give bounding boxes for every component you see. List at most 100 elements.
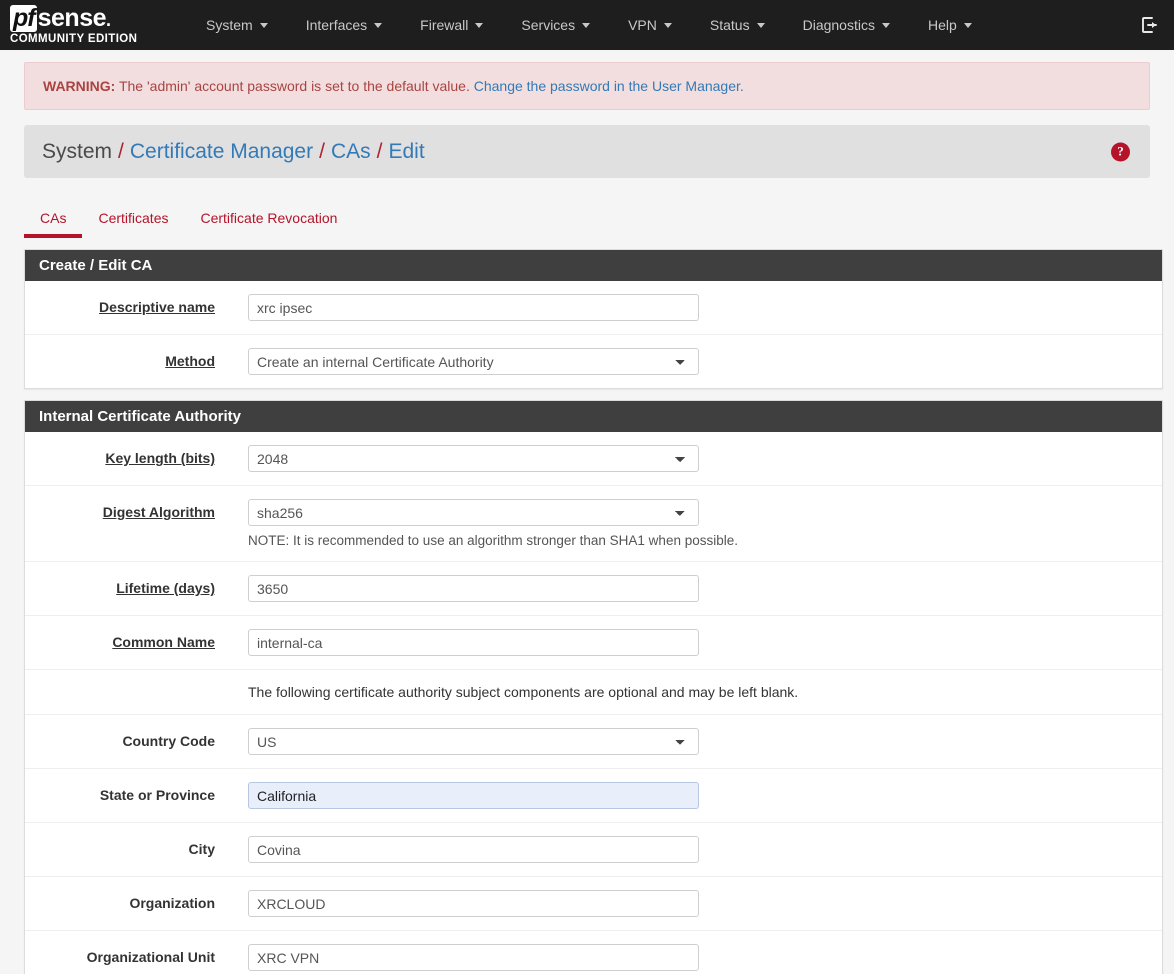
nav-item-label: Services — [521, 17, 576, 33]
nav-item-vpn[interactable]: VPN — [609, 9, 691, 41]
chevron-down-icon — [374, 22, 383, 28]
breadcrumb-separator: / — [319, 139, 325, 163]
lifetime-input[interactable] — [248, 575, 699, 602]
control-col — [223, 575, 1162, 602]
tab-label: Certificates — [98, 210, 169, 226]
breadcrumb-separator: / — [118, 139, 124, 163]
panel-title: Internal Certificate Authority — [25, 401, 1162, 432]
label-spacer — [25, 684, 223, 700]
breadcrumb-item-cas[interactable]: CAs — [331, 140, 371, 164]
common-name-input[interactable] — [248, 629, 699, 656]
breadcrumb-item-edit[interactable]: Edit — [388, 140, 424, 164]
chevron-down-icon — [881, 22, 890, 28]
chevron-down-icon — [756, 22, 765, 28]
tab-certificates[interactable]: Certificates — [82, 202, 184, 238]
key-length-select[interactable]: 2048 — [248, 445, 699, 472]
logo-edition-text: COMMUNITY EDITION — [10, 33, 138, 45]
top-navbar: pf sense . COMMUNITY EDITION System Inte… — [0, 0, 1174, 50]
label-key-length: Key length (bits) — [105, 450, 215, 466]
control-col: Create an internal Certificate Authority — [223, 348, 1162, 375]
method-select[interactable]: Create an internal Certificate Authority — [248, 348, 699, 375]
panel-create-edit-ca: Create / Edit CA Descriptive name Method… — [24, 249, 1163, 389]
nav-item-status[interactable]: Status — [691, 9, 784, 41]
control-col — [223, 294, 1162, 321]
warning-message: The 'admin' account password is set to t… — [115, 78, 474, 94]
nav-item-help[interactable]: Help — [909, 9, 991, 41]
country-code-select[interactable]: US — [248, 728, 699, 755]
tab-label: CAs — [40, 210, 67, 226]
chevron-down-icon — [663, 22, 672, 28]
breadcrumb-container: System / Certificate Manager / CAs / Edi… — [0, 110, 1174, 178]
breadcrumb-item-certificate-manager[interactable]: Certificate Manager — [130, 140, 313, 164]
descriptive-name-input[interactable] — [248, 294, 699, 321]
form-row-key-length: Key length (bits) 2048 — [25, 432, 1162, 486]
panel-body: Descriptive name Method Create an intern… — [25, 281, 1162, 388]
form-row-organization: Organization — [25, 877, 1162, 931]
form-row-city: City — [25, 823, 1162, 877]
logo-pf-text: pf — [10, 5, 37, 32]
breadcrumb: System / Certificate Manager / CAs / Edi… — [24, 125, 1150, 178]
optional-components-note: The following certificate authority subj… — [248, 684, 799, 700]
nav-item-system[interactable]: System — [187, 9, 287, 41]
control-col — [223, 890, 1162, 917]
form-row-descriptive-name: Descriptive name — [25, 281, 1162, 335]
digest-algorithm-select[interactable]: sha256 — [248, 499, 699, 526]
label-city: City — [188, 841, 215, 857]
chevron-down-icon — [475, 22, 484, 28]
control-col: sha256 NOTE: It is recommended to use an… — [223, 499, 1162, 548]
organization-input[interactable] — [248, 890, 699, 917]
logo-dot: . — [106, 10, 112, 30]
question-mark-icon[interactable]: ? — [1111, 142, 1130, 161]
tab-label: Certificate Revocation — [200, 210, 338, 226]
change-password-link[interactable]: Change the password in the User Manager. — [474, 78, 744, 94]
nav-item-label: Status — [709, 17, 750, 33]
nav-item-label: Diagnostics — [802, 17, 875, 33]
form-row-organizational-unit: Organizational Unit — [25, 931, 1162, 974]
breadcrumb-root: System — [42, 139, 113, 163]
organizational-unit-input[interactable] — [248, 944, 699, 971]
pfsense-logo[interactable]: pf sense . COMMUNITY EDITION — [10, 5, 165, 45]
logout-icon[interactable] — [1140, 15, 1160, 35]
alert-container: WARNING: The 'admin' account password is… — [0, 50, 1174, 110]
tab-cas[interactable]: CAs — [24, 202, 83, 238]
control-col — [223, 836, 1162, 863]
tab-bar: CAs Certificates Certificate Revocation — [24, 196, 1150, 238]
nav-item-label: VPN — [628, 17, 657, 33]
logo-wordmark: pf sense . — [10, 5, 165, 32]
form-row-digest-algorithm: Digest Algorithm sha256 NOTE: It is reco… — [25, 486, 1162, 562]
password-warning-banner: WARNING: The 'admin' account password is… — [24, 62, 1150, 110]
form-row-method: Method Create an internal Certificate Au… — [25, 335, 1162, 388]
label-digest-algorithm: Digest Algorithm — [102, 504, 215, 520]
chevron-down-icon — [259, 22, 268, 28]
tab-certificate-revocation[interactable]: Certificate Revocation — [184, 202, 353, 238]
chevron-down-icon — [582, 22, 591, 28]
chevron-down-icon — [963, 22, 972, 28]
panel-internal-certificate-authority: Internal Certificate Authority Key lengt… — [24, 400, 1163, 974]
control-col: 2048 — [223, 445, 1162, 472]
label-organization: Organization — [129, 895, 215, 911]
panel-title: Create / Edit CA — [25, 250, 1162, 281]
breadcrumb-separator: / — [376, 139, 383, 163]
nav-item-label: Firewall — [420, 17, 469, 33]
control-col — [223, 782, 1162, 809]
nav-item-diagnostics[interactable]: Diagnostics — [784, 9, 909, 41]
form-row-country-code: Country Code US — [25, 715, 1162, 769]
digest-algorithm-note: NOTE: It is recommended to use an algori… — [248, 533, 738, 548]
label-common-name: Common Name — [112, 634, 215, 650]
form-row-lifetime: Lifetime (days) — [25, 562, 1162, 616]
warning-prefix: WARNING: — [43, 78, 116, 94]
control-col: US — [223, 728, 1162, 755]
label-method: Method — [165, 353, 215, 369]
label-organizational-unit: Organizational Unit — [86, 949, 215, 965]
form-row-state-or-province: State or Province — [25, 769, 1162, 823]
label-country-code: Country Code — [122, 733, 215, 749]
state-or-province-input[interactable] — [248, 782, 699, 809]
nav-item-firewall[interactable]: Firewall — [401, 9, 502, 41]
nav-item-interfaces[interactable]: Interfaces — [287, 9, 401, 41]
form-row-optional-note: The following certificate authority subj… — [25, 670, 1162, 715]
nav-item-label: Help — [927, 17, 957, 33]
city-input[interactable] — [248, 836, 699, 863]
nav-item-label: System — [206, 17, 253, 33]
nav-item-services[interactable]: Services — [502, 9, 609, 41]
panel-body: Key length (bits) 2048 Digest Algorithm … — [25, 432, 1162, 974]
